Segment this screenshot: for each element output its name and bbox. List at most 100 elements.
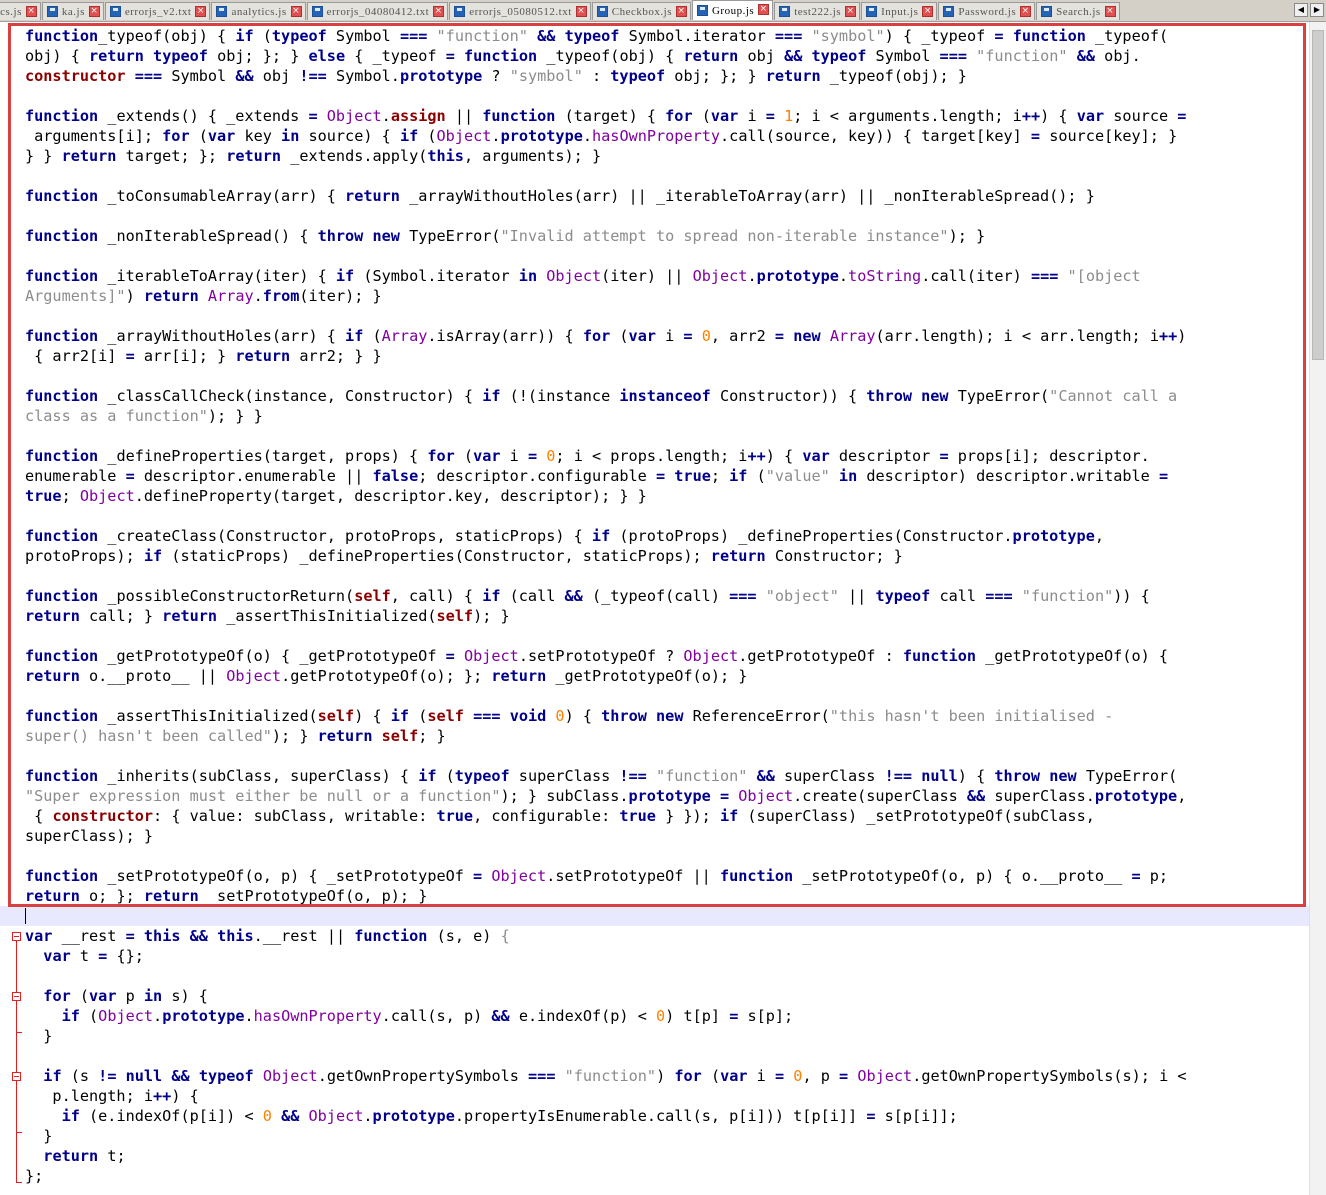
code-line[interactable] bbox=[25, 206, 1305, 226]
close-icon[interactable]: × bbox=[675, 6, 687, 17]
code-line[interactable] bbox=[25, 566, 1305, 586]
code-line[interactable] bbox=[25, 86, 1305, 106]
code-line[interactable]: var __rest = this && this.__rest || func… bbox=[25, 926, 1305, 946]
code-line[interactable]: function _classCallCheck(instance, Const… bbox=[25, 386, 1305, 406]
code-line[interactable] bbox=[25, 426, 1305, 446]
save-file-icon bbox=[46, 6, 58, 17]
code-line[interactable] bbox=[25, 506, 1305, 526]
code-line[interactable]: function _inherits(subClass, superClass)… bbox=[25, 766, 1305, 786]
code-line[interactable] bbox=[25, 686, 1305, 706]
code-line[interactable]: } bbox=[25, 1126, 1305, 1146]
save-file-icon bbox=[1041, 6, 1053, 17]
scrollbar-thumb[interactable] bbox=[1312, 30, 1324, 360]
code-line[interactable]: if (e.indexOf(p[i]) < 0 && Object.protot… bbox=[25, 1106, 1305, 1126]
tab-analytics-js[interactable]: analytics.js × bbox=[211, 2, 306, 20]
save-file-icon bbox=[696, 5, 708, 16]
code-line[interactable]: var t = {}; bbox=[25, 946, 1305, 966]
tab-ka-js[interactable]: ka.js × bbox=[41, 2, 104, 20]
code-line[interactable]: function _extends() { _extends = Object.… bbox=[25, 106, 1305, 126]
tab-errorjs-05080512-txt[interactable]: errorjs_05080512.txt × bbox=[449, 2, 591, 20]
tab-password-js[interactable]: Password.js × bbox=[938, 2, 1036, 20]
tab-scroll-right-button[interactable]: ▶ bbox=[1310, 3, 1324, 17]
close-icon[interactable]: × bbox=[1104, 6, 1116, 17]
close-icon[interactable]: × bbox=[433, 6, 445, 17]
code-line[interactable]: super() hasn't been called"); } return s… bbox=[25, 726, 1305, 746]
close-icon[interactable]: × bbox=[922, 6, 934, 17]
tab-test222-js[interactable]: test222.js × bbox=[774, 2, 861, 20]
code-line[interactable]: Arguments]") return Array.from(iter); } bbox=[25, 286, 1305, 306]
code-line[interactable] bbox=[25, 166, 1305, 186]
code-line[interactable] bbox=[25, 1046, 1305, 1066]
close-icon[interactable]: × bbox=[88, 6, 100, 17]
code-line[interactable] bbox=[25, 966, 1305, 986]
code-line[interactable]: function _arrayWithoutHoles(arr) { if (A… bbox=[25, 326, 1305, 346]
code-line[interactable]: obj) { return typeof obj; }; } else { _t… bbox=[25, 46, 1305, 66]
code-line[interactable]: if (Object.prototype.hasOwnProperty.call… bbox=[25, 1006, 1305, 1026]
code-line[interactable]: function _toConsumableArray(arr) { retur… bbox=[25, 186, 1305, 206]
tab-label: test222.js bbox=[794, 5, 842, 18]
close-icon[interactable]: × bbox=[25, 6, 37, 17]
code-line[interactable]: } } return target; }; return _extends.ap… bbox=[25, 146, 1305, 166]
code-line[interactable]: function _iterableToArray(iter) { if (Sy… bbox=[25, 266, 1305, 286]
tab-label: errorjs_05080512.txt bbox=[469, 5, 572, 18]
close-icon[interactable]: × bbox=[575, 6, 587, 17]
code-line[interactable]: } bbox=[25, 1026, 1305, 1046]
tab-errorjs-04080412-txt[interactable]: errorjs_04080412.txt × bbox=[306, 2, 449, 20]
code-line[interactable]: class as a function"); } } bbox=[25, 406, 1305, 426]
code-line[interactable] bbox=[25, 306, 1305, 326]
tab-label: errorjs_04080412.txt bbox=[326, 5, 430, 18]
code-line[interactable] bbox=[25, 366, 1305, 386]
code-line[interactable]: }; bbox=[25, 1166, 1305, 1186]
fold-collapse-icon[interactable] bbox=[12, 1072, 21, 1081]
tab-ytics-js[interactable]: ytics.js× bbox=[0, 2, 41, 20]
code-line[interactable]: return t; bbox=[25, 1146, 1305, 1166]
close-icon[interactable]: × bbox=[290, 6, 302, 17]
code-line[interactable]: function _createClass(Constructor, proto… bbox=[25, 526, 1305, 546]
code-line[interactable]: protoProps); if (staticProps) _definePro… bbox=[25, 546, 1305, 566]
code-line[interactable]: function _assertThisInitialized(self) { … bbox=[25, 706, 1305, 726]
code-line[interactable]: function _nonIterableSpread() { throw ne… bbox=[25, 226, 1305, 246]
code-line[interactable]: function _defineProperties(target, props… bbox=[25, 446, 1305, 466]
code-line[interactable]: p.length; i++) { bbox=[25, 1086, 1305, 1106]
code-line[interactable]: return o; }; return _setPrototypeOf(o, p… bbox=[25, 886, 1305, 906]
code-line[interactable] bbox=[25, 626, 1305, 646]
save-file-icon bbox=[109, 6, 121, 17]
tab-search-js[interactable]: Search.js × bbox=[1036, 2, 1120, 20]
code-line[interactable]: return o.__proto__ || Object.getPrototyp… bbox=[25, 666, 1305, 686]
close-icon[interactable]: × bbox=[845, 6, 857, 17]
code-line[interactable] bbox=[25, 846, 1305, 866]
fold-collapse-icon[interactable] bbox=[12, 992, 21, 1001]
tab-group-js[interactable]: Group.js × bbox=[691, 0, 774, 20]
tab-checkbox-js[interactable]: Checkbox.js × bbox=[591, 2, 691, 20]
code-line[interactable]: function _setPrototypeOf(o, p) { _setPro… bbox=[25, 866, 1305, 886]
vertical-scrollbar[interactable] bbox=[1309, 22, 1326, 1195]
code-line[interactable] bbox=[0, 906, 1309, 926]
code-line[interactable]: for (var p in s) { bbox=[25, 986, 1305, 1006]
code-line[interactable]: enumerable = descriptor.enumerable || fa… bbox=[25, 466, 1305, 486]
code-line[interactable]: superClass); } bbox=[25, 826, 1305, 846]
code-line[interactable] bbox=[25, 746, 1305, 766]
code-line[interactable]: { arr2[i] = arr[i]; } return arr2; } } bbox=[25, 346, 1305, 366]
tab-errorjs-v2-txt[interactable]: errorjs_v2.txt × bbox=[104, 2, 211, 20]
code-line[interactable]: { constructor: { value: subClass, writab… bbox=[25, 806, 1305, 826]
tab-label: ka.js bbox=[61, 5, 85, 18]
code-line[interactable]: true; Object.defineProperty(target, desc… bbox=[25, 486, 1305, 506]
tab-scroll-left-button[interactable]: ◀ bbox=[1294, 3, 1308, 17]
code-line[interactable] bbox=[25, 246, 1305, 266]
fold-end-marker bbox=[16, 1182, 22, 1183]
code-line[interactable]: "Super expression must either be null or… bbox=[25, 786, 1305, 806]
close-icon[interactable]: × bbox=[195, 6, 207, 17]
code-line[interactable]: if (s != null && typeof Object.getOwnPro… bbox=[25, 1066, 1305, 1086]
close-icon[interactable]: × bbox=[1020, 6, 1032, 17]
code-line[interactable]: function _getPrototypeOf(o) { _getProtot… bbox=[25, 646, 1305, 666]
code-line[interactable]: constructor === Symbol && obj !== Symbol… bbox=[25, 66, 1305, 86]
code-line[interactable]: function _possibleConstructorReturn(self… bbox=[25, 586, 1305, 606]
tab-input-js[interactable]: Input.js × bbox=[861, 2, 938, 20]
code-text[interactable]: function_typeof(obj) { if (typeof Symbol… bbox=[0, 26, 1309, 1186]
code-line[interactable]: return call; } return _assertThisInitial… bbox=[25, 606, 1305, 626]
code-line[interactable]: function_typeof(obj) { if (typeof Symbol… bbox=[25, 26, 1305, 46]
code-editor[interactable]: function_typeof(obj) { if (typeof Symbol… bbox=[0, 22, 1309, 1195]
fold-collapse-icon[interactable] bbox=[12, 932, 21, 941]
close-icon[interactable]: × bbox=[758, 4, 770, 15]
code-line[interactable]: arguments[i]; for (var key in source) { … bbox=[25, 126, 1305, 146]
